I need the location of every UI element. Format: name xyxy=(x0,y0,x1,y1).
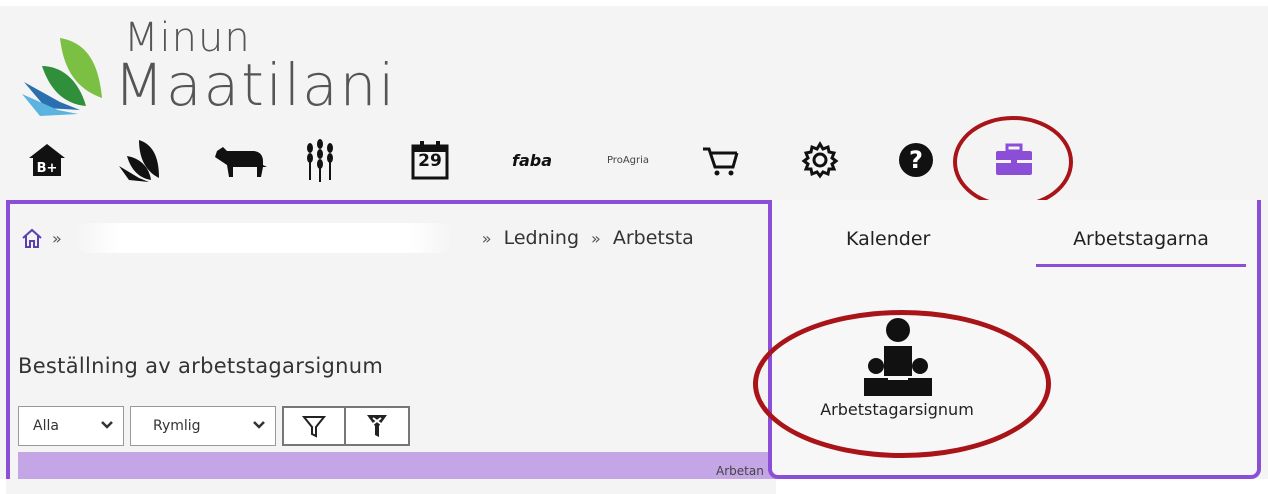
filter-bar: Alla Rymlig xyxy=(18,404,410,448)
filter-select-scope-value: Alla xyxy=(33,418,59,434)
cow-icon xyxy=(215,147,267,177)
leaf-logo-icon xyxy=(22,38,102,116)
nav-item-livestock[interactable] xyxy=(212,138,268,182)
clear-filter-button[interactable] xyxy=(346,406,410,446)
app-logo[interactable]: Minun Maatilani xyxy=(20,14,420,124)
annotation-circle-tools xyxy=(953,116,1073,208)
wheat-icon xyxy=(307,139,333,182)
help-icon: ? xyxy=(899,143,933,177)
filter-select-density-value: Rymlig xyxy=(153,418,201,434)
home-outline-icon[interactable] xyxy=(20,227,44,249)
calendar-day-number: 29 xyxy=(418,151,442,171)
page-title: Beställning av arbetstagarsignum xyxy=(18,354,384,378)
breadcrumb-separator: » xyxy=(52,228,62,248)
breadcrumb-item-ledning[interactable]: Ledning xyxy=(504,227,579,249)
breadcrumb: » » Ledning » Arbetsta xyxy=(20,222,694,254)
filter-clear-icon xyxy=(367,415,387,437)
breadcrumb-separator: » xyxy=(591,228,601,248)
faba-logo: faba xyxy=(511,150,552,170)
filter-button[interactable] xyxy=(282,406,346,446)
cart-icon xyxy=(703,147,739,176)
chevron-down-icon xyxy=(101,421,113,429)
nav-item-proagria[interactable]: ProAgria xyxy=(596,138,660,182)
breadcrumb-item-arbetstagarna[interactable]: Arbetsta xyxy=(613,227,694,249)
home-b-plus-icon: B+ xyxy=(29,144,65,176)
main-content-frame-edge xyxy=(6,200,10,479)
breadcrumb-separator: » xyxy=(481,228,492,248)
nav-item-home[interactable]: B+ xyxy=(26,138,68,182)
chevron-down-icon xyxy=(253,421,265,429)
top-strip xyxy=(0,0,1268,6)
tab-kalender[interactable]: Kalender xyxy=(846,228,930,264)
nav-item-shop[interactable] xyxy=(700,138,740,182)
table-header-bar: Arbetan xyxy=(18,452,776,479)
table-header-partial: Arbetan xyxy=(716,464,764,478)
proagria-logo: ProAgria xyxy=(606,154,650,166)
annotation-circle-menu-item xyxy=(753,310,1051,458)
nav-item-help[interactable]: ? xyxy=(896,138,936,182)
svg-text:B+: B+ xyxy=(37,161,58,176)
tab-arbetstagarna[interactable]: Arbetstagarna xyxy=(1036,228,1246,267)
nav-item-faba[interactable]: faba xyxy=(502,138,562,182)
filter-funnel-icon xyxy=(302,416,326,438)
main-icon-nav: B+ 29 faba ProAgria ? xyxy=(0,138,1268,188)
logo-text-maatilani: Maatilani xyxy=(114,51,397,119)
nav-item-calendar[interactable]: 29 xyxy=(410,138,450,182)
calendar-icon: 29 xyxy=(411,140,449,180)
nav-item-farm[interactable] xyxy=(116,138,164,182)
leaf-logo-icon xyxy=(119,140,159,182)
filter-select-density[interactable]: Rymlig xyxy=(130,406,276,446)
svg-text:?: ? xyxy=(909,146,923,174)
nav-item-crops[interactable] xyxy=(300,138,340,182)
breadcrumb-redacted-item xyxy=(73,223,454,253)
nav-item-settings[interactable] xyxy=(800,138,840,182)
filter-select-scope[interactable]: Alla xyxy=(18,406,124,446)
gear-icon xyxy=(801,141,839,179)
